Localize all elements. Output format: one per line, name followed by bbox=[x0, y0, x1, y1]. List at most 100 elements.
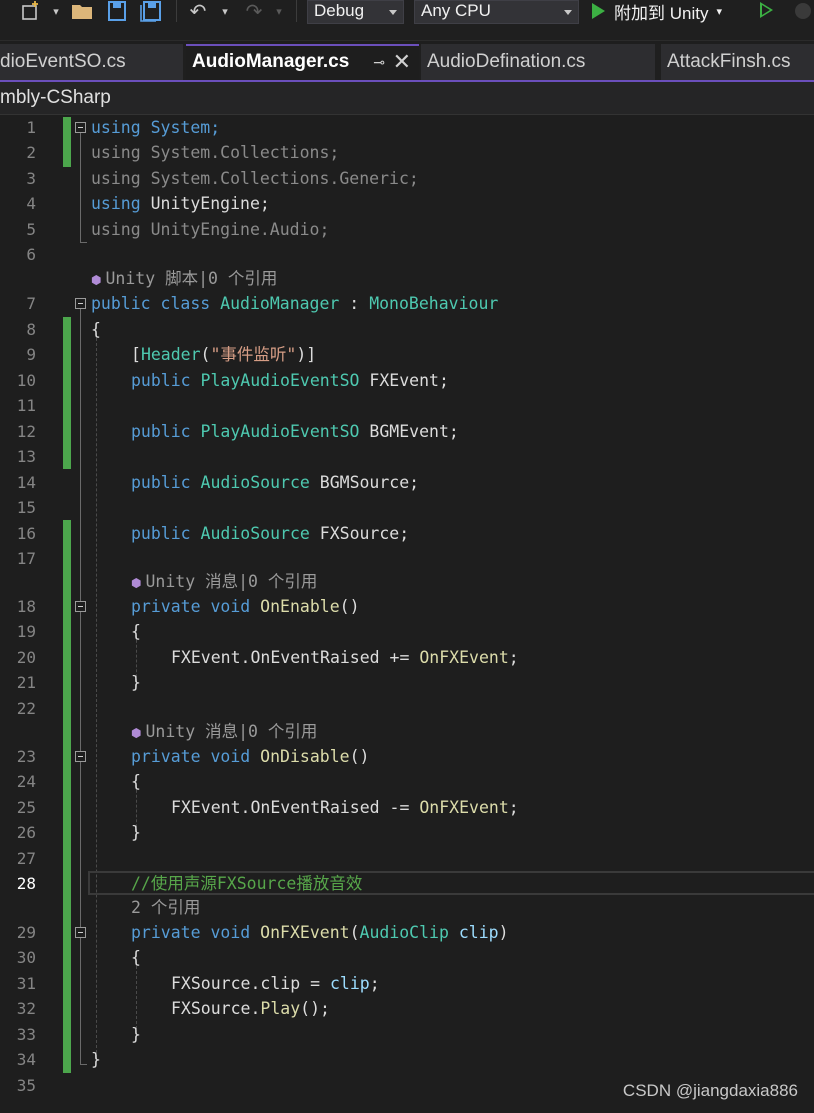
line-number: 25 bbox=[16, 798, 36, 817]
code-line: 3 using System.Collections.Generic; bbox=[0, 166, 814, 191]
platform-dropdown[interactable]: Any CPU bbox=[414, 0, 579, 24]
code-line: 2 using System.Collections; bbox=[0, 140, 814, 165]
document-tabs: dioEventSO.cs AudioManager.cs ⊸ ✕ AudioD… bbox=[0, 44, 814, 82]
codelens[interactable]: ⬢ Unity 消息|0 个引用 bbox=[131, 719, 317, 746]
codelens-text: Unity 脚本|0 个引用 bbox=[105, 269, 278, 288]
code-editor[interactable]: 1 using System; 2 using System.Collectio… bbox=[0, 115, 814, 1113]
save-all-icon[interactable] bbox=[138, 0, 164, 22]
code-text[interactable]: //使用声源FXSource播放音效 bbox=[131, 871, 362, 896]
tab-audiomanager[interactable]: AudioManager.cs ⊸ ✕ bbox=[186, 44, 419, 80]
start-without-debugging-icon[interactable] bbox=[760, 2, 773, 18]
code-line: 28 //使用声源FXSource播放音效 bbox=[0, 871, 814, 896]
code-text[interactable]: { bbox=[131, 769, 141, 794]
code-text[interactable]: [Header("事件监听")] bbox=[131, 342, 316, 367]
codelens[interactable]: ⬢ Unity 脚本|0 个引用 bbox=[91, 266, 277, 293]
undo-icon[interactable]: ↶ bbox=[186, 0, 210, 23]
code-text[interactable]: public PlayAudioEventSO FXEvent; bbox=[131, 368, 449, 393]
code-text[interactable]: FXSource.Play(); bbox=[171, 996, 330, 1021]
code-text[interactable]: } bbox=[131, 1022, 141, 1047]
attach-to-unity-button[interactable]: 附加到 Unity ▾ bbox=[592, 0, 722, 23]
code-line: 15 bbox=[0, 495, 814, 520]
code-text[interactable]: using UnityEngine; bbox=[91, 191, 270, 216]
code-text[interactable]: FXSource.clip = clip; bbox=[171, 971, 380, 996]
code-text[interactable]: private void OnFXEvent(AudioClip clip) bbox=[131, 920, 509, 945]
line-number: 33 bbox=[16, 1025, 36, 1044]
codelens-line: ⬢ Unity 脚本|0 个引用 bbox=[0, 266, 814, 291]
line-number: 7 bbox=[26, 294, 36, 313]
unity-cube-icon: ⬢ bbox=[131, 576, 142, 590]
line-number: 32 bbox=[16, 999, 36, 1018]
code-text[interactable]: public PlayAudioEventSO BGMEvent; bbox=[131, 419, 459, 444]
line-number: 24 bbox=[16, 772, 36, 791]
save-icon[interactable] bbox=[104, 0, 130, 22]
codelens[interactable]: ⬢ Unity 消息|0 个引用 bbox=[131, 569, 317, 596]
code-text[interactable]: { bbox=[91, 317, 101, 342]
redo-icon[interactable]: ↷ bbox=[242, 0, 266, 23]
code-line: 34 } bbox=[0, 1047, 814, 1072]
code-text[interactable]: { bbox=[131, 619, 141, 644]
codelens-text: Unity 消息|0 个引用 bbox=[145, 572, 318, 591]
chevron-down-icon[interactable]: ▾ bbox=[48, 0, 64, 22]
code-text[interactable]: private void OnDisable() bbox=[131, 744, 369, 769]
chevron-down-icon[interactable]: ▾ bbox=[218, 0, 232, 22]
tab-audioeventso[interactable]: dioEventSO.cs bbox=[0, 44, 183, 80]
line-number: 27 bbox=[16, 849, 36, 868]
code-line: 25 FXEvent.OnEventRaised -= OnFXEvent; bbox=[0, 795, 814, 820]
code-line: 32 FXSource.Play(); bbox=[0, 996, 814, 1021]
chevron-down-icon bbox=[389, 10, 397, 15]
line-number: 20 bbox=[16, 648, 36, 667]
tab-label: AttackFinsh.cs bbox=[667, 51, 791, 72]
codelens-line: ⬢ Unity 消息|0 个引用 bbox=[0, 719, 814, 744]
line-number: 21 bbox=[16, 673, 36, 692]
codelens-text: Unity 消息|0 个引用 bbox=[145, 722, 318, 741]
line-number: 9 bbox=[26, 345, 36, 364]
chevron-down-icon: ▾ bbox=[716, 5, 722, 18]
code-text[interactable]: FXEvent.OnEventRaised -= OnFXEvent; bbox=[171, 795, 519, 820]
config-dropdown[interactable]: Debug bbox=[307, 0, 404, 24]
line-number: 6 bbox=[26, 245, 36, 264]
line-number: 35 bbox=[16, 1076, 36, 1095]
tab-audiodefination[interactable]: AudioDefination.cs bbox=[421, 44, 655, 80]
code-line: 23 private void OnDisable() bbox=[0, 744, 814, 769]
line-number: 8 bbox=[26, 320, 36, 339]
code-text[interactable]: using UnityEngine.Audio; bbox=[91, 217, 329, 242]
line-number: 19 bbox=[16, 622, 36, 641]
project-dropdown[interactable]: mbly-CSharp bbox=[0, 82, 111, 114]
code-text[interactable]: public AudioSource BGMSource; bbox=[131, 470, 419, 495]
new-project-icon[interactable] bbox=[18, 0, 44, 22]
play-icon bbox=[592, 3, 605, 19]
unity-cube-icon: ⬢ bbox=[91, 273, 102, 287]
code-text[interactable]: private void OnEnable() bbox=[131, 594, 360, 619]
code-text[interactable]: using System.Collections; bbox=[91, 140, 339, 165]
line-number: 3 bbox=[26, 169, 36, 188]
toolbar-separator bbox=[176, 0, 177, 22]
code-text[interactable]: FXEvent.OnEventRaised += OnFXEvent; bbox=[171, 645, 519, 670]
chevron-down-icon[interactable]: ▾ bbox=[272, 0, 286, 22]
toolbar: ▾ ↶ ▾ ↷ ▾ Debug Any CPU 附加到 Unity ▾ bbox=[0, 0, 814, 41]
code-text[interactable]: using System; bbox=[91, 115, 220, 140]
code-text[interactable]: public class AudioManager : MonoBehaviou… bbox=[91, 291, 498, 316]
code-text[interactable]: } bbox=[131, 670, 141, 695]
config-value: Debug bbox=[314, 1, 365, 20]
line-number: 17 bbox=[16, 549, 36, 568]
code-line: 30 { bbox=[0, 945, 814, 970]
code-text[interactable]: } bbox=[91, 1047, 101, 1072]
code-text[interactable]: } bbox=[131, 820, 141, 845]
codelens[interactable]: 2 个引用 bbox=[131, 895, 200, 920]
tab-attackfinsh[interactable]: AttackFinsh.cs bbox=[661, 44, 814, 80]
open-folder-icon[interactable] bbox=[70, 0, 96, 22]
platform-value: Any CPU bbox=[421, 1, 491, 20]
code-text[interactable]: { bbox=[131, 945, 141, 970]
code-line: 18 private void OnEnable() bbox=[0, 594, 814, 619]
codelens-line: 2 个引用 bbox=[0, 895, 814, 920]
attach-label: 附加到 Unity bbox=[614, 3, 709, 23]
code-text[interactable]: using System.Collections.Generic; bbox=[91, 166, 419, 191]
codelens-line: ⬢ Unity 消息|0 个引用 bbox=[0, 569, 814, 594]
code-text[interactable]: public AudioSource FXSource; bbox=[131, 521, 409, 546]
close-icon[interactable]: ✕ bbox=[393, 46, 411, 78]
hot-reload-icon[interactable] bbox=[792, 0, 814, 22]
line-number: 1 bbox=[26, 118, 36, 137]
pin-icon[interactable]: ⊸ bbox=[373, 46, 385, 78]
code-line: 13 bbox=[0, 444, 814, 469]
code-line: 24 { bbox=[0, 769, 814, 794]
